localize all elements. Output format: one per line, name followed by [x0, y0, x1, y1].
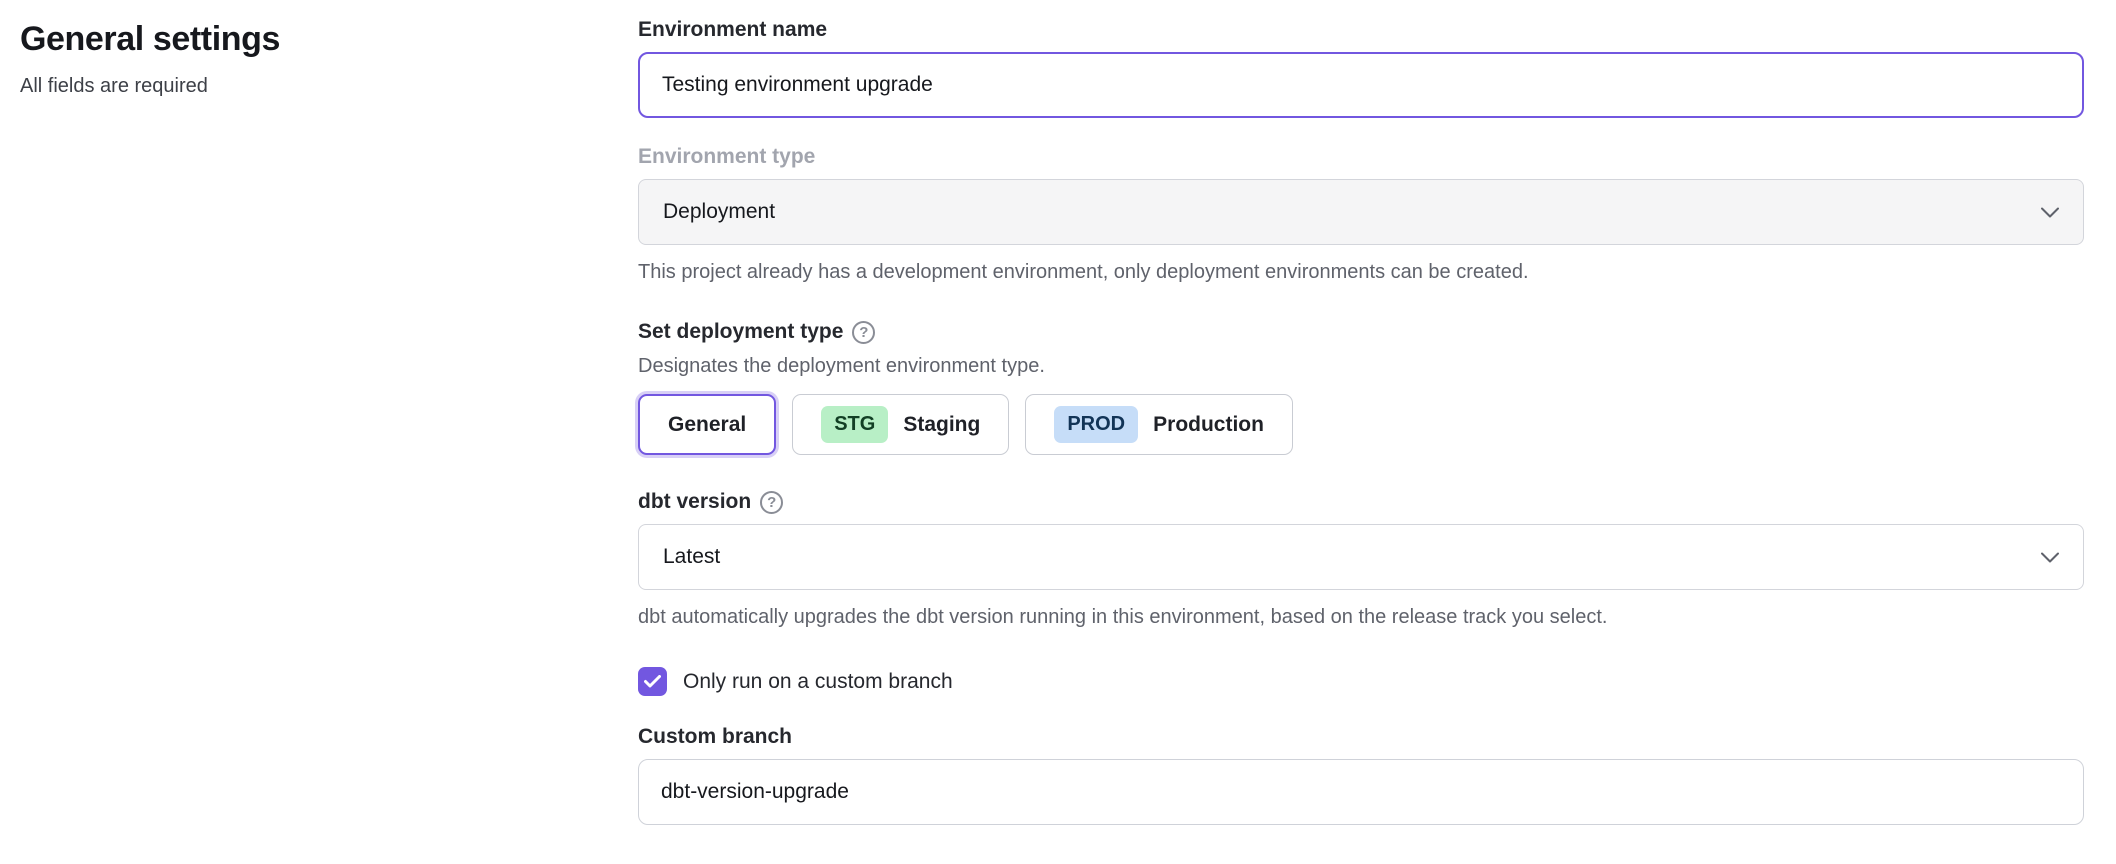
dbt-version-label: dbt version — [638, 490, 751, 514]
environment-type-field: Environment type Deployment This project… — [638, 145, 2084, 285]
environment-type-helper: This project already has a development e… — [638, 260, 2084, 285]
chevron-down-icon — [2041, 552, 2059, 563]
environment-settings-form: Environment name Environment type Deploy… — [638, 18, 2084, 825]
deployment-type-production-label: Production — [1153, 413, 1264, 437]
environment-name-label: Environment name — [638, 18, 2084, 42]
custom-branch-field: Custom branch — [638, 725, 2084, 825]
custom-branch-toggle-label: Only run on a custom branch — [683, 670, 953, 694]
environment-type-label: Environment type — [638, 145, 2084, 169]
deployment-type-field: Set deployment type ? Designates the dep… — [638, 320, 2084, 455]
custom-branch-toggle-row: Only run on a custom branch — [638, 667, 2084, 696]
environment-type-select[interactable]: Deployment — [638, 179, 2084, 245]
chevron-down-icon — [2041, 207, 2059, 218]
dbt-version-helper: dbt automatically upgrades the dbt versi… — [638, 605, 2084, 630]
environment-name-field: Environment name — [638, 18, 2084, 118]
deployment-type-general-label: General — [668, 413, 746, 437]
help-icon[interactable]: ? — [852, 321, 875, 344]
dbt-version-value: Latest — [663, 545, 720, 569]
environment-type-value: Deployment — [663, 200, 775, 224]
dbt-version-select[interactable]: Latest — [638, 524, 2084, 590]
staging-badge: STG — [821, 406, 888, 443]
page-subtitle: All fields are required — [20, 75, 638, 98]
deployment-type-staging-button[interactable]: STG Staging — [792, 394, 1009, 455]
environment-settings-page: General settings All fields are required… — [0, 0, 2116, 864]
deployment-type-helper: Designates the deployment environment ty… — [638, 354, 2084, 379]
deployment-type-staging-label: Staging — [903, 413, 980, 437]
settings-header: General settings All fields are required — [20, 18, 638, 98]
environment-name-input[interactable] — [638, 52, 2084, 118]
help-icon[interactable]: ? — [760, 491, 783, 514]
custom-branch-label: Custom branch — [638, 725, 2084, 749]
custom-branch-input[interactable] — [638, 759, 2084, 825]
deployment-type-production-button[interactable]: PROD Production — [1025, 394, 1293, 455]
page-title: General settings — [20, 20, 638, 59]
custom-branch-checkbox[interactable] — [638, 667, 667, 696]
dbt-version-field: dbt version ? Latest dbt automatically u… — [638, 490, 2084, 630]
deployment-type-label: Set deployment type — [638, 320, 843, 344]
deployment-type-general-button[interactable]: General — [638, 394, 776, 455]
production-badge: PROD — [1054, 406, 1138, 443]
checkmark-icon — [644, 675, 661, 688]
deployment-type-options: General STG Staging PROD Production — [638, 394, 2084, 455]
